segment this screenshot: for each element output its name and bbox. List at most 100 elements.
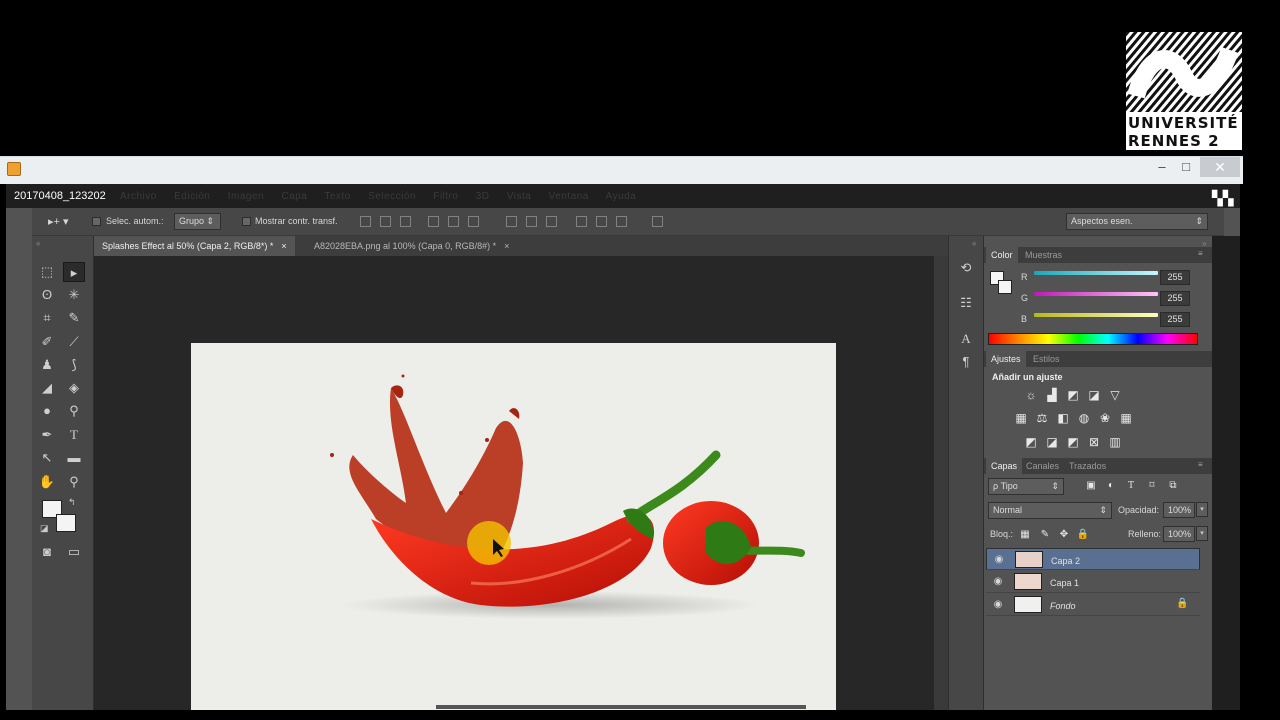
- tab-capas[interactable]: Capas: [986, 458, 1023, 474]
- layer-row-capa-2[interactable]: ◉ Capa 2: [986, 548, 1200, 570]
- layer-filter-dropdown[interactable]: ρ Tipo ⇕: [988, 478, 1064, 495]
- menu-item-filtro[interactable]: Filtro: [433, 191, 458, 202]
- g-value-input[interactable]: 255: [1160, 291, 1190, 306]
- menu-item-capa[interactable]: Capa: [281, 191, 307, 202]
- workspace-switcher-icon[interactable]: ▚▚: [1212, 190, 1234, 207]
- close-button[interactable]: ✕: [1200, 157, 1240, 177]
- history-brush-tool-icon[interactable]: ⟆: [63, 355, 85, 375]
- threshold-adjust-icon[interactable]: ◩: [1066, 436, 1080, 448]
- tab-color[interactable]: Color: [986, 247, 1018, 263]
- show-transform-checkbox[interactable]: [242, 217, 251, 226]
- healing-brush-tool-icon[interactable]: ✐: [36, 332, 58, 352]
- blend-mode-dropdown[interactable]: Normal ⇕: [988, 502, 1112, 519]
- move-tool-preset-icon[interactable]: ▸+ ▾: [48, 215, 69, 228]
- distribute-vcenter-icon[interactable]: [526, 216, 537, 227]
- visibility-eye-icon[interactable]: ◉: [993, 554, 1005, 565]
- visibility-eye-icon[interactable]: ◉: [992, 576, 1004, 587]
- fill-chevron-icon[interactable]: ▾: [1196, 526, 1208, 541]
- filter-pixel-icon[interactable]: ▣: [1084, 480, 1098, 492]
- tab-ajustes[interactable]: Ajustes: [986, 351, 1026, 367]
- menu-item-edicion[interactable]: Edición: [174, 191, 210, 202]
- tab-close-icon[interactable]: ×: [504, 241, 509, 251]
- eyedropper-tool-icon[interactable]: ✎: [63, 308, 85, 328]
- layers-menu-icon[interactable]: ≡: [1198, 460, 1203, 469]
- r-slider[interactable]: [1034, 271, 1158, 275]
- hue-saturation-adjust-icon[interactable]: ▦: [1014, 412, 1028, 424]
- eraser-tool-icon[interactable]: ◢: [36, 378, 58, 398]
- opacity-input[interactable]: 100%: [1163, 502, 1195, 518]
- lock-all-icon[interactable]: 🔒: [1076, 529, 1090, 541]
- selective-color-adjust-icon[interactable]: ⊠: [1087, 436, 1101, 448]
- menu-item-3d[interactable]: 3D: [476, 191, 490, 202]
- menu-item-vista[interactable]: Vista: [507, 191, 532, 202]
- align-vcenter-icon[interactable]: [380, 216, 391, 227]
- distribute-top-icon[interactable]: [506, 216, 517, 227]
- layer-row-fondo[interactable]: ◉ Fondo 🔒: [986, 594, 1200, 616]
- tab-a82028eba[interactable]: A82028EBA.png al 100% (Capa 0, RGB/8#) *…: [306, 236, 517, 256]
- minimize-button[interactable]: –: [1152, 158, 1172, 176]
- menu-item-archivo[interactable]: Archivo: [120, 191, 157, 202]
- workspace-dropdown[interactable]: Aspectos esen. ⇕: [1066, 213, 1208, 230]
- pen-tool-icon[interactable]: ✒: [36, 425, 58, 445]
- filter-type-icon[interactable]: T: [1124, 480, 1138, 492]
- channel-mixer-adjust-icon[interactable]: ❀: [1098, 412, 1112, 424]
- move-tool-icon[interactable]: ▸: [63, 262, 85, 282]
- maximize-button[interactable]: □: [1176, 158, 1196, 176]
- posterize-adjust-icon[interactable]: ◪: [1045, 436, 1059, 448]
- tab-canales[interactable]: Canales: [1021, 458, 1064, 474]
- path-selection-tool-icon[interactable]: ↖: [36, 448, 58, 468]
- tab-close-icon[interactable]: ×: [281, 241, 286, 251]
- visibility-eye-icon[interactable]: ◉: [992, 599, 1004, 610]
- b-slider[interactable]: [1034, 313, 1158, 317]
- curves-adjust-icon[interactable]: ◩: [1066, 389, 1080, 401]
- distribute-right-icon[interactable]: [616, 216, 627, 227]
- distribute-left-icon[interactable]: [576, 216, 587, 227]
- lock-position-icon[interactable]: ✥: [1057, 529, 1071, 541]
- lock-pixels-icon[interactable]: ✎: [1038, 529, 1052, 541]
- b-value-input[interactable]: 255: [1160, 312, 1190, 327]
- align-bottom-icon[interactable]: [400, 216, 411, 227]
- gradient-map-adjust-icon[interactable]: ▥: [1108, 436, 1122, 448]
- exposure-adjust-icon[interactable]: ◪: [1087, 389, 1101, 401]
- align-left-icon[interactable]: [428, 216, 439, 227]
- tab-splashes-effect[interactable]: Splashes Effect al 50% (Capa 2, RGB/8*) …: [94, 236, 295, 256]
- canvas-vertical-scrollbar[interactable]: [934, 256, 948, 710]
- tab-estilos[interactable]: Estilos: [1028, 351, 1065, 367]
- layer-row-capa-1[interactable]: ◉ Capa 1: [986, 571, 1200, 593]
- auto-align-icon[interactable]: [652, 216, 663, 227]
- type-tool-icon[interactable]: T: [63, 425, 85, 445]
- clone-stamp-tool-icon[interactable]: ♟: [36, 355, 58, 375]
- menu-item-ayuda[interactable]: Ayuda: [606, 191, 637, 202]
- swap-colors-icon[interactable]: ↰: [68, 497, 76, 508]
- vibrance-adjust-icon[interactable]: ▽: [1108, 389, 1122, 401]
- character-panel-icon[interactable]: A: [955, 330, 977, 348]
- align-hcenter-icon[interactable]: [448, 216, 459, 227]
- crop-tool-icon[interactable]: ⌗: [36, 308, 58, 328]
- color-bg-swatch[interactable]: [998, 280, 1012, 294]
- menu-item-ventana[interactable]: Ventana: [549, 191, 589, 202]
- menu-item-imagen[interactable]: Imagen: [228, 191, 264, 202]
- screen-mode-icon[interactable]: ▭: [63, 542, 85, 562]
- dodge-tool-icon[interactable]: ⚲: [63, 401, 85, 421]
- brightness-adjust-icon[interactable]: ☼: [1024, 389, 1038, 401]
- invert-adjust-icon[interactable]: ◩: [1024, 436, 1038, 448]
- black-white-adjust-icon[interactable]: ◧: [1056, 412, 1070, 424]
- tab-trazados[interactable]: Trazados: [1064, 458, 1111, 474]
- distribute-bottom-icon[interactable]: [546, 216, 557, 227]
- background-color-swatch[interactable]: [56, 514, 76, 532]
- filter-smart-object-icon[interactable]: ⧉: [1166, 480, 1180, 492]
- color-spectrum-bar[interactable]: [988, 333, 1198, 345]
- paragraph-panel-icon[interactable]: ¶: [955, 353, 977, 371]
- tab-muestras[interactable]: Muestras: [1020, 247, 1067, 263]
- fill-input[interactable]: 100%: [1163, 526, 1195, 542]
- menu-item-texto[interactable]: Texto: [324, 191, 350, 202]
- hand-tool-icon[interactable]: ✋: [36, 472, 58, 492]
- history-panel-icon[interactable]: ⟲: [955, 259, 977, 277]
- levels-adjust-icon[interactable]: ▟: [1045, 389, 1059, 401]
- zoom-tool-icon[interactable]: ⚲: [63, 472, 85, 492]
- document-image[interactable]: [191, 343, 836, 710]
- lock-transparent-icon[interactable]: ▦: [1018, 529, 1032, 541]
- menu-item-seleccion[interactable]: Selección: [368, 191, 416, 202]
- brush-tool-icon[interactable]: ⟋: [63, 332, 85, 352]
- auto-select-dropdown[interactable]: Grupo ⇕: [174, 213, 221, 230]
